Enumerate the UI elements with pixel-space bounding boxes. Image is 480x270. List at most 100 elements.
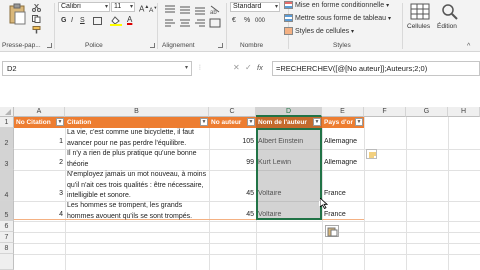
paste-button[interactable] [6,3,28,27]
styles-group-label: Styles [333,42,351,49]
cut-icon[interactable] [32,3,41,12]
table-cell-no-auteur[interactable]: 99 [209,159,256,166]
font-dialog-launcher[interactable] [150,43,155,48]
insert-function-button[interactable]: fx [257,63,263,72]
column-header-g[interactable]: G [406,107,448,117]
cells-button-label: Cellules [407,23,431,30]
autocorrect-options-icon[interactable] [366,149,377,159]
thousands-button[interactable]: 000 [255,16,265,26]
row-header-2[interactable]: 2 [0,128,14,149]
column-header-a[interactable]: A [14,107,65,117]
column-header-f[interactable]: F [364,107,406,117]
row-header-8[interactable]: 8 [0,243,14,254]
cells-button[interactable]: Cellules [407,3,433,33]
filter-dropdown-icon[interactable]: ▼ [355,118,363,126]
group-divider [402,3,403,49]
font-group-label: Police [85,42,103,49]
formula-bar-grip-icon: ⋮ [197,65,203,71]
clipboard-group-label: Presse-pap... [2,42,41,49]
font-color-button[interactable]: A [127,15,132,25]
table-cell-no[interactable]: 2 [14,159,65,166]
row-header-4[interactable]: 4 [0,170,14,201]
table-header-pays[interactable]: Pays d'or ▼ [322,117,364,128]
select-all-corner[interactable] [0,107,14,117]
borders-icon[interactable] [93,17,102,25]
table-cell-pays[interactable]: Allemagne [322,159,364,166]
paste-options-icon[interactable] [325,225,339,237]
alignment-dialog-launcher[interactable] [218,43,223,48]
table-cell-citation[interactable]: Il n'y a rien de plus pratique qu'une bo… [65,149,209,170]
cell-styles-label: Styles de cellules [295,28,350,35]
table-cell-pays[interactable]: Allemagne [322,138,364,145]
gridline [14,243,480,244]
table-cell-pays[interactable]: France [322,190,364,197]
selected-range[interactable] [256,128,322,220]
currency-button[interactable]: € [232,16,236,26]
filter-dropdown-icon[interactable]: ▼ [200,118,208,126]
formula-input[interactable]: =RECHERCHEV([@[No auteur]];Auteurs;2;0) [272,61,480,76]
cell-styles-icon [284,27,293,36]
column-header-d[interactable]: D [256,107,322,117]
cell-styles-button[interactable]: Styles de cellules ▾ [284,27,354,37]
table-cell-citation[interactable]: N'employez jamais un mot nouveau, à moin… [65,170,209,201]
row-header-5[interactable]: 5 [0,201,14,221]
collapse-ribbon-icon[interactable]: ^ [467,43,470,50]
table-cell-no-auteur[interactable]: 105 [209,138,256,145]
name-box-value: D2 [7,64,17,73]
table-cell-no[interactable]: 3 [14,190,65,197]
table-header-label: No auteur [211,119,242,126]
fill-color-icon[interactable] [110,16,122,26]
table-cell-no[interactable]: 4 [14,211,65,218]
chevron-down-icon: ▾ [274,4,278,10]
grow-font-button[interactable]: A▲ [139,2,149,15]
table-cell-citation[interactable]: Les hommes se trompent, les grands homme… [65,201,209,221]
gridline [14,254,480,255]
table-cell-no-auteur[interactable]: 45 [209,211,256,218]
editing-button[interactable]: Édition [437,3,463,33]
filter-dropdown-icon[interactable]: ▼ [56,118,64,126]
font-size-select[interactable]: 11 ▾ [111,2,135,12]
table-cell-no[interactable]: 1 [14,138,65,145]
number-format-value: Standard [233,3,262,10]
table-header-nom-auteur[interactable]: Nom de l'auteur ▼ [256,117,322,128]
filter-dropdown-icon[interactable]: ▼ [313,118,321,126]
table-cell-citation[interactable]: La vie, c'est comme une bicyclette, il f… [65,128,209,149]
number-format-select[interactable]: Standard ▾ [230,2,280,12]
font-name-select[interactable]: Calibri ▾ [58,2,110,12]
row-header-9[interactable] [0,254,14,270]
cells-icon [410,3,430,20]
clipboard-dialog-launcher[interactable] [47,43,52,48]
copy-icon[interactable] [32,15,41,23]
chevron-down-icon: ▾ [184,65,188,71]
row-number: 5 [4,212,9,219]
column-header-e[interactable]: E [322,107,364,117]
row-header-7[interactable]: 7 [0,232,14,243]
group-divider [54,3,55,49]
row-number: 3 [4,161,9,168]
chevron-down-icon: ▾ [129,4,133,10]
table-cell-no-auteur[interactable]: 45 [209,190,256,197]
filter-dropdown-icon[interactable]: ▼ [247,118,255,126]
conditional-formatting-button[interactable]: Mise en forme conditionnelle ▾ [284,1,389,11]
bold-button[interactable]: G [61,16,66,26]
number-group-label: Nombre [240,42,264,49]
name-box[interactable]: D2 ▾ [2,61,192,76]
column-header-b[interactable]: B [65,107,209,117]
enter-icon[interactable]: ✓ [245,63,252,72]
row-header-6[interactable]: 6 [0,221,14,232]
table-header-citation[interactable]: Citation ▼ [65,117,209,128]
cancel-icon[interactable]: ✕ [233,63,240,72]
paste-icon [9,3,26,25]
format-painter-icon[interactable] [32,26,41,34]
table-header-no-citation[interactable]: No Citation ▼ [14,117,65,128]
table-header-no-auteur[interactable]: No auteur ▼ [209,117,256,128]
column-header-c[interactable]: C [209,107,256,117]
italic-button[interactable]: I [71,16,73,26]
column-header-h[interactable]: H [448,107,480,117]
row-header-3[interactable]: 3 [0,149,14,170]
format-as-table-button[interactable]: Mettre sous forme de tableau ▾ [284,14,391,24]
table-cell-pays[interactable]: France [322,211,364,218]
percent-button[interactable]: % [244,16,250,26]
row-header-1[interactable]: 1 [0,117,14,128]
underline-button[interactable]: S [80,16,85,26]
